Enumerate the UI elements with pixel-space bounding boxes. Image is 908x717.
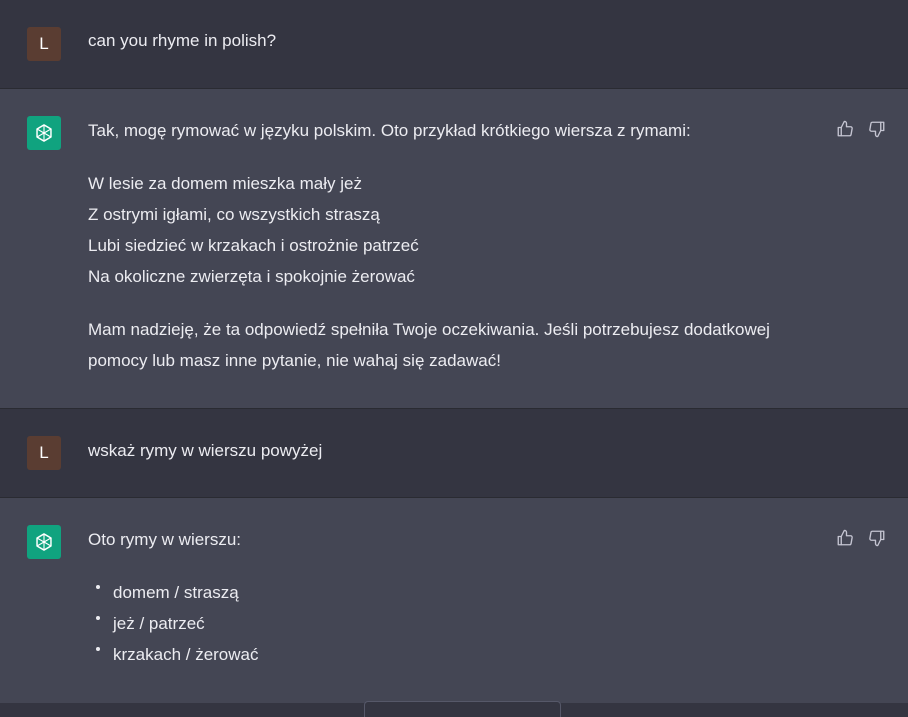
poem-line: Lubi siedzieć w krzakach i ostrożnie pat… <box>88 236 419 255</box>
assistant-message-body: Tak, mogę rymować w języku polskim. Oto … <box>88 115 828 376</box>
feedback-buttons <box>836 529 886 547</box>
poem-line: Z ostrymi igłami, co wszystkich straszą <box>88 205 380 224</box>
thumbs-down-icon[interactable] <box>868 120 886 138</box>
user-message-text: can you rhyme in polish? <box>88 31 277 50</box>
list-item: jeż / patrzeć <box>88 608 828 639</box>
rhyme-pair: krzakach / żerować <box>113 645 259 664</box>
user-avatar: L <box>27 436 61 470</box>
assistant-message-body: Oto rymy w wierszu: domem / straszą jeż … <box>88 524 828 670</box>
poem-line: Na okoliczne zwierzęta i spokojnie żerow… <box>88 267 415 286</box>
rhyme-pair: jeż / patrzeć <box>113 614 205 633</box>
user-avatar-letter: L <box>39 443 49 462</box>
assistant-intro: Tak, mogę rymować w języku polskim. Oto … <box>88 121 691 140</box>
poem-line: W lesie za domem mieszka mały jeż <box>88 174 362 193</box>
assistant-message: Tak, mogę rymować w języku polskim. Oto … <box>0 89 908 409</box>
user-message: L can you rhyme in polish? <box>0 0 908 89</box>
list-item: krzakach / żerować <box>88 639 828 670</box>
chat-thread: L can you rhyme in polish? Tak, mogę rym… <box>0 0 908 717</box>
thumbs-up-icon[interactable] <box>836 120 854 138</box>
assistant-intro: Oto rymy w wierszu: <box>88 530 242 549</box>
bullet <box>96 585 100 589</box>
assistant-message: Oto rymy w wierszu: domem / straszą jeż … <box>0 498 908 717</box>
list-item: domem / straszą <box>88 577 828 608</box>
openai-logo-icon <box>36 533 52 551</box>
user-message: L wskaż rymy w wierszu powyżej <box>0 409 908 498</box>
user-avatar: L <box>27 27 61 61</box>
bullet <box>96 647 100 651</box>
assistant-avatar <box>27 116 61 150</box>
regenerate-button[interactable] <box>364 701 561 717</box>
rhyme-list: domem / straszą jeż / patrzeć krzakach /… <box>88 577 828 670</box>
assistant-closing: Mam nadzieję, że ta odpowiedź spełniła T… <box>88 320 770 370</box>
thumbs-down-icon[interactable] <box>868 529 886 547</box>
feedback-buttons <box>836 120 886 138</box>
thumbs-up-icon[interactable] <box>836 529 854 547</box>
user-message-text: wskaż rymy w wierszu powyżej <box>88 441 323 460</box>
bullet <box>96 616 100 620</box>
assistant-avatar <box>27 525 61 559</box>
openai-logo-icon <box>36 124 52 142</box>
rhyme-pair: domem / straszą <box>113 583 239 602</box>
user-avatar-letter: L <box>39 34 49 53</box>
